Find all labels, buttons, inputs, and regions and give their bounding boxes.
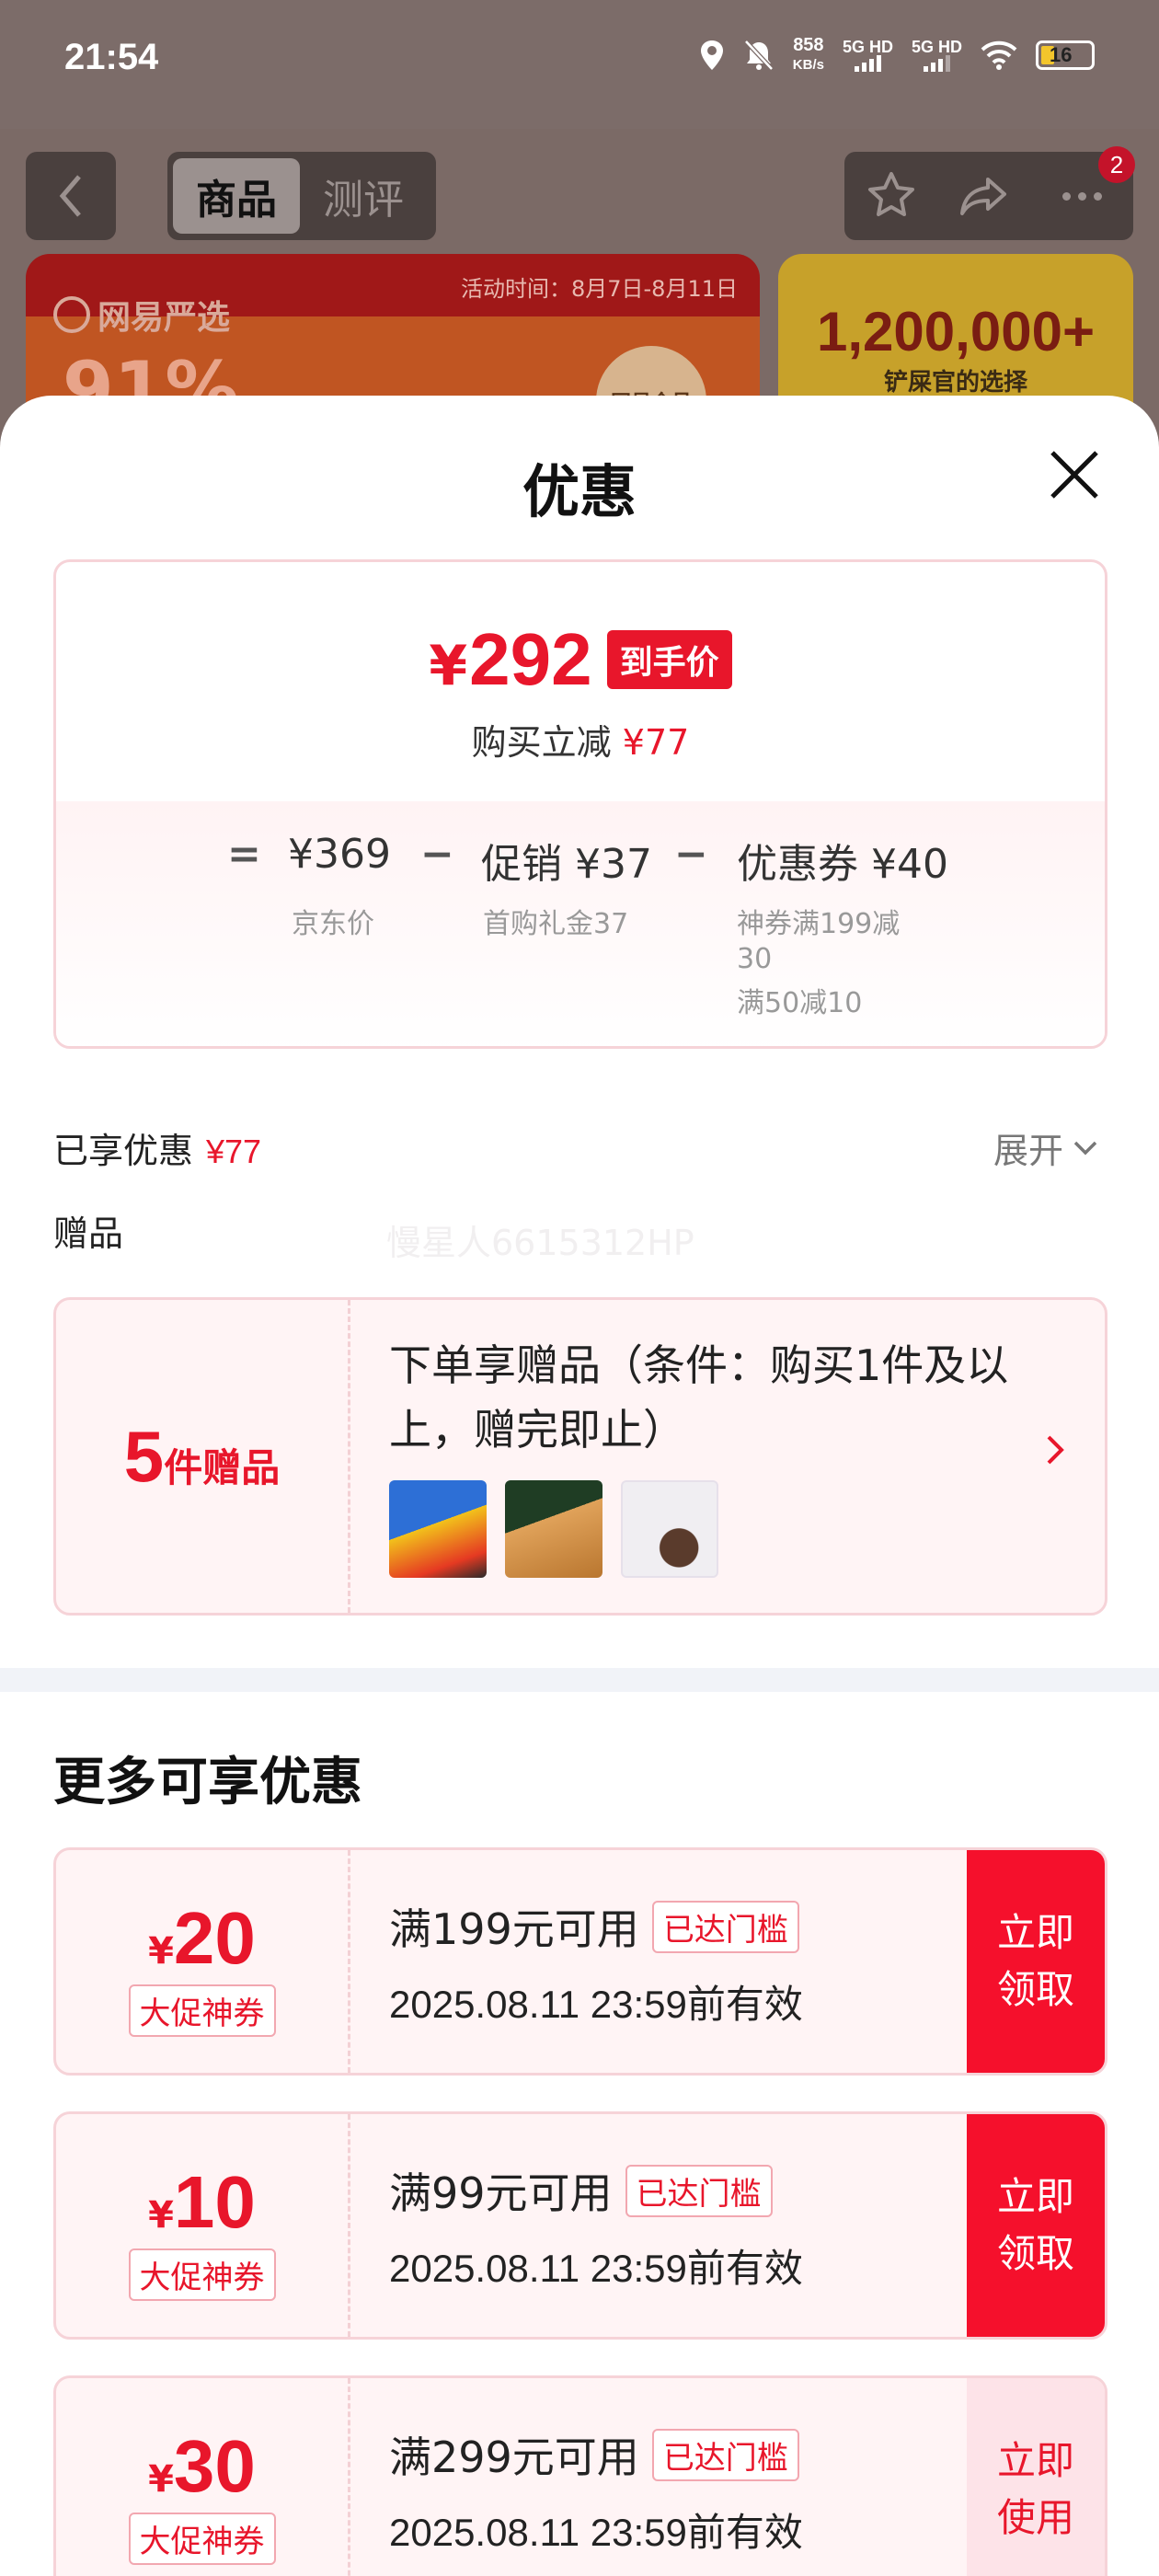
coupon-type-label: 大促神券 xyxy=(128,2513,276,2565)
gift-thumbnail[interactable] xyxy=(505,1480,602,1578)
use-coupon-button[interactable]: 立即 使用 xyxy=(967,2378,1105,2576)
brand-logo-icon xyxy=(53,296,90,333)
banner-brand: 网易严选 xyxy=(53,291,230,339)
top-tabs: 商品 测评 xyxy=(167,152,436,240)
back-button[interactable] xyxy=(26,152,116,240)
coupon-type-label: 大促神券 xyxy=(128,1984,276,2037)
status-icons: 858 KB/s 5G HD 5G HD 16 xyxy=(699,35,1095,75)
signal-2: 5G HD xyxy=(912,39,962,72)
coupon-amount: ¥30 大促神券 xyxy=(56,2378,350,2576)
enjoyed-discount-row: 已享优惠 ¥77 展开 xyxy=(53,1122,1107,1178)
threshold-tag: 已达门槛 xyxy=(625,2164,773,2217)
share-icon[interactable] xyxy=(957,168,1012,224)
final-price: ¥ 292 到手价 xyxy=(56,617,1105,702)
promo-note: 首购礼金37 xyxy=(483,908,629,940)
equals-sign: = xyxy=(227,831,261,878)
coupon-card: ¥10 大促神券 满99元可用 已达门槛 2025.08.11 23:59前有效 立… xyxy=(53,2111,1107,2340)
claim-coupon-button[interactable]: 立即 领取 xyxy=(967,1850,1105,2073)
final-price-badge: 到手价 xyxy=(606,630,732,689)
close-icon[interactable] xyxy=(1047,447,1102,502)
section-divider xyxy=(0,1668,1159,1692)
coupon-note-1b: 30 xyxy=(737,943,773,975)
price-summary-card: ¥ 292 到手价 购买立减 ¥77 = ¥369 京东价 − 促销 ¥37 首… xyxy=(53,559,1107,1049)
threshold-tag: 已达门槛 xyxy=(651,2428,799,2481)
clock: 21:54 xyxy=(64,37,159,77)
coupon-amount: 优惠券 ¥40 xyxy=(737,841,948,888)
banner-subtitle: 铲屎官的选择 xyxy=(883,369,1027,397)
jd-price-label: 京东价 xyxy=(292,908,374,940)
threshold-tag: 已达门槛 xyxy=(651,1900,799,1953)
final-price-value: 292 xyxy=(469,618,592,700)
claim-coupon-button[interactable]: 立即 领取 xyxy=(967,2114,1105,2337)
chevron-left-icon xyxy=(59,175,81,217)
banner-count: 1,200,000+ xyxy=(817,301,1095,362)
more-dots-icon xyxy=(1061,191,1102,201)
battery-icon: 16 xyxy=(1036,40,1095,70)
gift-description: 下单享赠品（条件：购买1件及以上，赠完即止） xyxy=(389,1340,1009,1455)
minus-sign: − xyxy=(674,831,708,878)
gift-count: 5 件赠品 xyxy=(56,1300,350,1613)
tab-product[interactable]: 商品 xyxy=(173,158,300,234)
chevron-right-icon[interactable] xyxy=(1044,1433,1066,1466)
net-speed: 858 KB/s xyxy=(792,35,824,73)
sheet-title: 优惠 xyxy=(522,458,637,525)
location-icon xyxy=(700,40,723,70)
jd-price: ¥369 xyxy=(288,831,391,878)
coupon-expiry: 2025.08.11 23:59前有效 xyxy=(389,2247,803,2290)
coupon-amount: ¥10 大促神券 xyxy=(56,2114,350,2337)
favorite-star-icon[interactable] xyxy=(864,168,919,224)
watermark: 慢星人6615312HP xyxy=(386,1223,694,1263)
gift-card[interactable]: 5 件赠品 下单享赠品（条件：购买1件及以上，赠完即止） xyxy=(53,1297,1107,1616)
price-breakdown: = ¥369 京东价 − 促销 ¥37 首购礼金37 − 优惠券 ¥40 神券满… xyxy=(56,801,1105,1046)
coupon-amount: ¥20 大促神券 xyxy=(56,1850,350,2073)
total-reduction: 购买立减 ¥77 xyxy=(471,722,690,763)
enjoyed-label: 已享优惠 xyxy=(53,1131,194,1171)
more-offers-title: 更多可享优惠 xyxy=(53,1753,362,1812)
coupon-condition: 满199元可用 已达门槛 xyxy=(389,1896,799,1957)
notification-badge: 2 xyxy=(1098,146,1135,183)
coupon-type-label: 大促神券 xyxy=(128,2248,276,2301)
coupon-card: ¥20 大促神券 满199元可用 已达门槛 2025.08.11 23:59前有效 … xyxy=(53,1847,1107,2076)
coupon-expiry: 2025.08.11 23:59前有效 xyxy=(389,1983,803,2026)
coupon-condition: 满99元可用 已达门槛 xyxy=(389,2160,773,2221)
tab-review[interactable]: 测评 xyxy=(300,158,427,234)
gift-section-label: 赠品 xyxy=(53,1213,124,1254)
signal-1: 5G HD xyxy=(843,39,893,72)
promo-amount: 促销 ¥37 xyxy=(481,841,652,888)
status-bar: 21:54 858 KB/s 5G HD 5G HD 16 xyxy=(0,0,1159,129)
discount-sheet: 优惠 ¥ 292 到手价 购买立减 ¥77 = ¥369 京东价 − 促销 ¥3… xyxy=(0,396,1159,2576)
coupon-expiry: 2025.08.11 23:59前有效 xyxy=(389,2511,803,2554)
gift-thumbnail[interactable] xyxy=(389,1480,487,1578)
enjoyed-value: ¥77 xyxy=(206,1133,262,1170)
coupon-note-2: 满50减10 xyxy=(737,987,863,1019)
coupon-card: ¥30 大促神券 满299元可用 已达门槛 2025.08.11 23:59前有效 … xyxy=(53,2375,1107,2576)
banner-date: 活动时间：8月7日-8月11日 xyxy=(460,276,738,302)
expand-button[interactable]: 展开 xyxy=(993,1122,1098,1173)
chevron-down-icon xyxy=(1073,1141,1097,1155)
gift-thumbnails xyxy=(389,1480,718,1578)
mute-bell-icon xyxy=(743,40,774,71)
minus-sign: − xyxy=(420,831,454,878)
coupon-condition: 满299元可用 已达门槛 xyxy=(389,2424,799,2485)
wifi-icon xyxy=(981,40,1017,70)
gift-thumbnail[interactable] xyxy=(621,1480,718,1578)
header-actions: 2 xyxy=(844,146,1135,240)
